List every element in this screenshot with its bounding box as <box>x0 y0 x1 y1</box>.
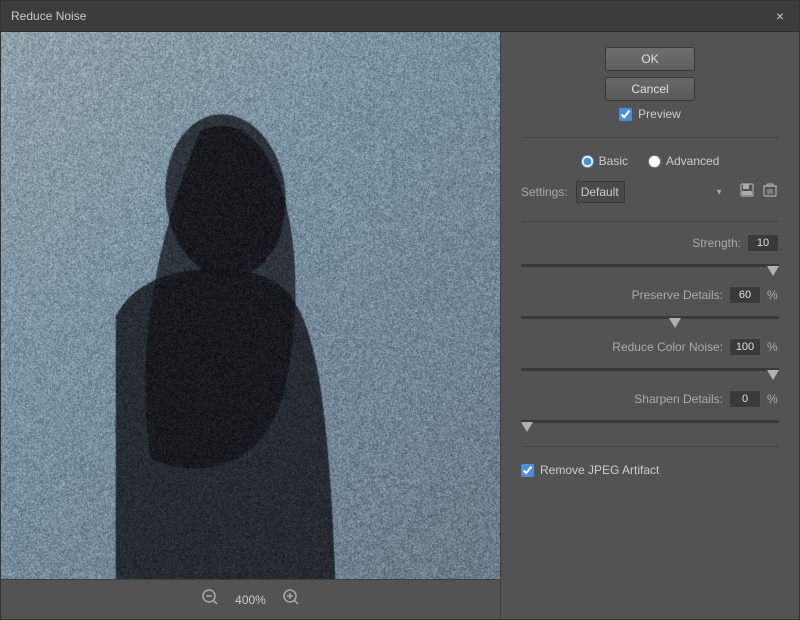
preview-canvas <box>1 32 500 579</box>
remove-artifact-label[interactable]: Remove JPEG Artifact <box>540 463 659 477</box>
settings-row: Settings: Default <box>521 180 779 203</box>
settings-select-wrapper: Default <box>576 181 729 203</box>
reduce-color-noise-label: Reduce Color Noise: <box>612 340 723 354</box>
sharpen-details-slider[interactable] <box>521 420 779 423</box>
settings-select[interactable]: Default <box>576 181 625 203</box>
advanced-radio-option[interactable]: Advanced <box>648 154 719 168</box>
settings-label: Settings: <box>521 185 568 199</box>
sharpen-details-label-row: Sharpen Details: % <box>521 390 779 408</box>
zoom-out-button[interactable] <box>195 586 225 613</box>
divider-3 <box>521 446 779 447</box>
save-preset-button[interactable] <box>737 180 757 203</box>
ok-button[interactable]: OK <box>605 47 695 71</box>
preserve-details-input[interactable] <box>729 286 761 304</box>
preview-panel: 400% <box>1 32 501 619</box>
reduce-color-noise-label-row: Reduce Color Noise: % <box>521 338 779 356</box>
preserve-details-pct: % <box>767 288 779 302</box>
reduce-color-noise-slider[interactable] <box>521 368 779 371</box>
controls-panel: OK Cancel Preview Basic Advanced <box>501 32 799 619</box>
dialog-body: 400% OK Cancel Preview <box>1 32 799 619</box>
basic-label: Basic <box>599 154 628 168</box>
sharpen-details-group: Sharpen Details: % <box>521 390 779 426</box>
preview-check-row: Preview <box>619 107 681 121</box>
basic-radio-option[interactable]: Basic <box>581 154 628 168</box>
divider-2 <box>521 221 779 222</box>
trash-icon <box>763 182 777 198</box>
zoom-out-icon <box>201 588 219 606</box>
preserve-details-label: Preserve Details: <box>632 288 723 302</box>
sharpen-details-label: Sharpen Details: <box>634 392 723 406</box>
strength-label-row: Strength: <box>521 234 779 252</box>
zoom-level-text: 400% <box>235 593 266 607</box>
close-button[interactable]: × <box>771 7 789 25</box>
reduce-color-noise-group: Reduce Color Noise: % <box>521 338 779 374</box>
remove-artifact-row: Remove JPEG Artifact <box>521 463 779 477</box>
mode-radio-row: Basic Advanced <box>521 154 779 168</box>
strength-input[interactable] <box>747 234 779 252</box>
preview-image-area[interactable] <box>1 32 500 579</box>
strength-slider[interactable] <box>521 264 779 267</box>
preserve-details-group: Preserve Details: % <box>521 286 779 322</box>
cancel-button[interactable]: Cancel <box>605 77 695 101</box>
delete-preset-button[interactable] <box>761 180 779 203</box>
action-buttons-row: OK Cancel Preview <box>521 47 779 121</box>
preserve-details-slider[interactable] <box>521 316 779 319</box>
preview-checkbox[interactable] <box>619 108 632 121</box>
reduce-color-noise-input[interactable] <box>729 338 761 356</box>
sharpen-details-input[interactable] <box>729 390 761 408</box>
remove-artifact-checkbox[interactable] <box>521 464 534 477</box>
title-bar: Reduce Noise × <box>1 1 799 32</box>
basic-radio[interactable] <box>581 155 594 168</box>
dialog-title: Reduce Noise <box>11 9 86 23</box>
preview-footer: 400% <box>1 579 500 619</box>
save-preset-icon <box>739 182 755 198</box>
divider-1 <box>521 137 779 138</box>
settings-icons <box>737 180 779 203</box>
zoom-in-icon <box>282 588 300 606</box>
strength-label: Strength: <box>692 236 741 250</box>
strength-group: Strength: <box>521 234 779 270</box>
advanced-radio[interactable] <box>648 155 661 168</box>
reduce-noise-dialog: Reduce Noise × 400% <box>0 0 800 620</box>
preview-label[interactable]: Preview <box>638 107 681 121</box>
preserve-details-label-row: Preserve Details: % <box>521 286 779 304</box>
sharpen-details-pct: % <box>767 392 779 406</box>
advanced-label: Advanced <box>666 154 719 168</box>
zoom-in-button[interactable] <box>276 586 306 613</box>
reduce-color-noise-pct: % <box>767 340 779 354</box>
